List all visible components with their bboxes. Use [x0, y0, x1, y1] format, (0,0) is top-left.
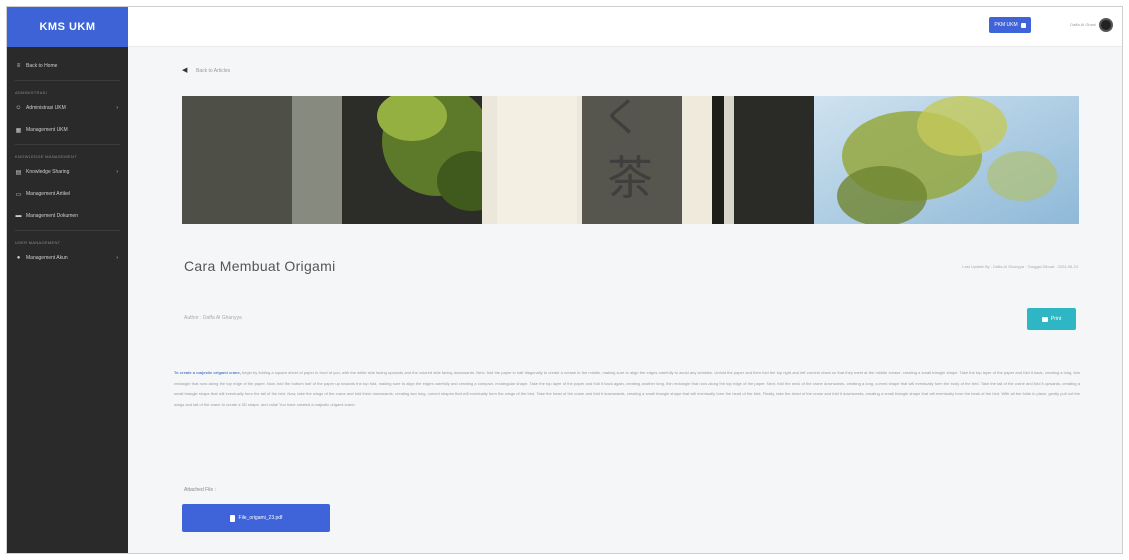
sidebar-divider [15, 80, 120, 81]
page-title: Cara Membuat Origami [184, 258, 336, 274]
chevron-right-icon: › [116, 105, 118, 111]
chevron-right-icon: › [116, 255, 118, 261]
sidebar-item-management-artikel[interactable]: ▭ Management Artikel [7, 183, 128, 205]
book-icon: ▤ [15, 169, 22, 176]
sidebar-divider [15, 144, 120, 145]
sidebar-item-administrasi-ukm[interactable]: ☺ Administrasi UKM › [7, 97, 128, 119]
file-icon [229, 514, 235, 522]
back-to-articles-link[interactable]: ◀ Back to Articles [182, 67, 231, 74]
building-icon: ▦ [15, 127, 22, 134]
users-icon: ☺ [15, 105, 22, 111]
brand-logo[interactable]: KMS UKM [7, 7, 128, 47]
user-name[interactable]: Daffa Al Ghani [1070, 22, 1096, 27]
sidebar-item-label: Back to Home [26, 63, 58, 69]
sidebar: KMS UKM ≡ Back to Home ADMINISTRASI ☺ Ad… [7, 7, 128, 553]
arrow-left-icon: ◀ [182, 67, 188, 74]
sidebar-section-heading: ADMINISTRASI [15, 90, 48, 95]
article-body-text: begin by folding a square sheet of paper… [174, 370, 1081, 407]
sidebar-item-management-akun[interactable]: ● Management Akun › [7, 247, 128, 269]
article-author: Author : Daffa Al Ghanyya [184, 315, 242, 321]
sidebar-divider [15, 230, 120, 231]
chevron-right-icon: › [116, 169, 118, 175]
sidebar-item-label: Management Artikel [26, 191, 71, 197]
main-content: ◀ Back to Articles く 茶 Cara Membuat Orig… [128, 47, 1122, 553]
user-icon: ● [16, 255, 21, 261]
grid-icon [1020, 22, 1026, 28]
topbar: PKM UKM Daffa Al Ghani [128, 7, 1122, 47]
folder-icon: ▬ [15, 213, 22, 219]
sidebar-item-management-dokumen[interactable]: ▬ Management Dokumen [7, 205, 128, 227]
print-icon [1041, 316, 1048, 322]
ukm-switch-button[interactable]: PKM UKM [989, 17, 1031, 33]
banner-illustration: く 茶 [182, 96, 1079, 224]
sidebar-item-label: Knowledge Sharing [26, 169, 70, 175]
article-meta: Last Update By : Daffa Al Ghanyya · Tang… [962, 264, 1078, 269]
sidebar-item-back-home[interactable]: ≡ Back to Home [7, 55, 128, 77]
sidebar-item-knowledge-sharing[interactable]: ▤ Knowledge Sharing › [7, 161, 128, 183]
download-file-button[interactable]: File_origami_23.pdf [182, 504, 330, 532]
avatar-icon[interactable] [1099, 18, 1113, 32]
print-button-label: Print [1050, 316, 1062, 322]
article-body: To create a majestic origami crane, begi… [174, 368, 1080, 410]
list-icon: ≡ [16, 63, 21, 69]
back-link-label: Back to Articles [196, 68, 231, 74]
attached-file-label: Attached File : [184, 487, 216, 493]
app-window: KMS UKM ≡ Back to Home ADMINISTRASI ☺ Ad… [6, 6, 1123, 554]
sidebar-section-heading: USER MANAGEMENT [15, 240, 61, 245]
sidebar-item-label: Management Akun [26, 255, 68, 261]
ukm-switch-label: PKM UKM [994, 22, 1018, 28]
file-button-label: File_origami_23.pdf [238, 515, 283, 521]
sidebar-item-label: Administrasi UKM [26, 105, 66, 111]
print-button[interactable]: Print [1027, 308, 1076, 330]
sidebar-section-heading: KNOWLEDGE MANAGEMENT [15, 154, 77, 159]
file-icon: ▭ [15, 191, 22, 198]
sidebar-item-label: Management UKM [26, 127, 68, 133]
article-banner-image: く 茶 [182, 96, 1079, 224]
sidebar-item-label: Management Dokumen [26, 213, 78, 219]
article-lead: To create a majestic origami crane, [174, 370, 241, 375]
sidebar-item-management-ukm[interactable]: ▦ Management UKM [7, 119, 128, 141]
